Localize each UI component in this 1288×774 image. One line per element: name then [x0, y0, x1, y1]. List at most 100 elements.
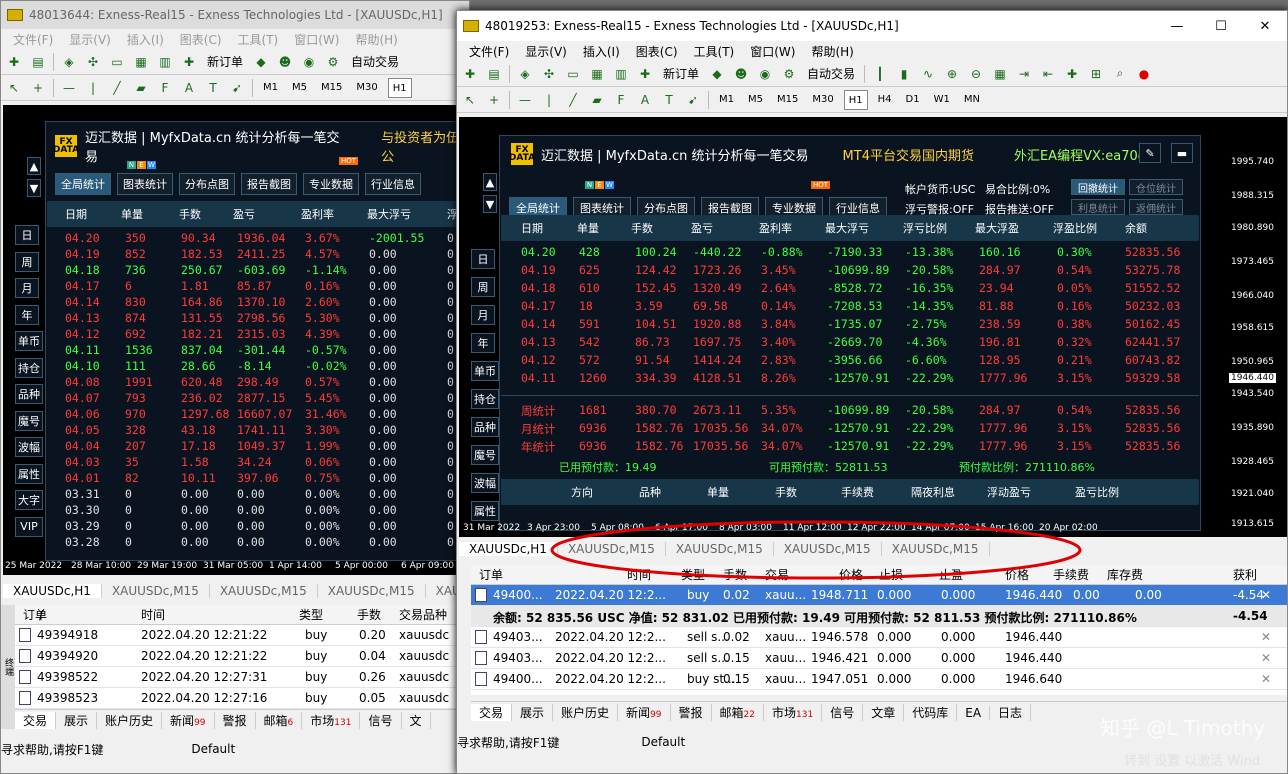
- terminal-tab[interactable]: 邮箱22: [712, 704, 764, 721]
- menu-item[interactable]: 插入(I): [575, 43, 628, 60]
- menu-item[interactable]: 帮助(H): [803, 43, 861, 60]
- timeframe-m15[interactable]: M15: [773, 90, 802, 110]
- trade-row[interactable]: 49394920 2022.04.20 12:21:22 buy 0.04 xauusd…: [15, 646, 469, 667]
- fib-icon[interactable]: F: [612, 91, 630, 109]
- notification-icon[interactable]: ●: [1135, 65, 1153, 83]
- side-button-0[interactable]: 日: [15, 225, 39, 245]
- timeframe-m1[interactable]: M1: [715, 90, 738, 110]
- menu-item[interactable]: 工具(T): [230, 31, 287, 48]
- timeframe-h1[interactable]: H1: [843, 89, 868, 110]
- people-icon[interactable]: ☻: [276, 53, 294, 71]
- gold-icon[interactable]: ◆: [708, 65, 726, 83]
- signal-icon[interactable]: ◉: [756, 65, 774, 83]
- timeframe-m1[interactable]: M1: [259, 78, 282, 98]
- side-button-3[interactable]: 年: [15, 304, 39, 325]
- bar-chart-icon[interactable]: ┃: [871, 65, 889, 83]
- side-button-7[interactable]: 魔号: [471, 445, 499, 465]
- chart-area-2[interactable]: FX DATA 迈汇数据 | MyfxData.cn 统计分析每一笔交易 MT4平台交…: [459, 117, 1287, 537]
- timeframe-d1[interactable]: D1: [902, 90, 924, 110]
- side-button-1[interactable]: 周: [15, 251, 39, 272]
- timeframe-m15[interactable]: M15: [317, 78, 346, 98]
- stats-tab-5[interactable]: 行业信息: [365, 173, 421, 195]
- periods-icon[interactable]: ⊞: [1087, 65, 1105, 83]
- scroll-down-button[interactable]: ▼: [483, 195, 497, 213]
- terminal-tab[interactable]: 市场131: [302, 712, 361, 729]
- navigator-icon[interactable]: ▦: [588, 65, 606, 83]
- channel-icon[interactable]: ▰: [132, 79, 150, 97]
- minimize-button[interactable]: —: [1155, 19, 1199, 34]
- terminal-tab[interactable]: 文: [402, 712, 431, 729]
- arrows-icon[interactable]: ➹: [684, 91, 702, 109]
- indicators-icon[interactable]: ✚: [1063, 65, 1081, 83]
- side-button-11[interactable]: VIP: [15, 516, 43, 537]
- terminal-tab[interactable]: 市场131: [764, 704, 823, 721]
- people-icon[interactable]: ☻: [732, 65, 750, 83]
- terminal-tab[interactable]: 信号: [822, 704, 864, 721]
- trade-row[interactable]: 49394918 2022.04.20 12:21:22 buy 0.20 xauusd…: [15, 625, 469, 646]
- auto-trade-icon[interactable]: ⚙: [780, 65, 798, 83]
- side-button-8[interactable]: 波幅: [15, 437, 43, 457]
- side-button-4[interactable]: 单币: [471, 361, 499, 381]
- right-stat-button[interactable]: 利息统计: [1071, 199, 1125, 215]
- timeframe-h1[interactable]: H1: [387, 77, 412, 98]
- profiles-icon[interactable]: ▤: [29, 53, 47, 71]
- side-button-7[interactable]: 魔号: [15, 410, 43, 431]
- trade-row[interactable]: 49398523 2022.04.20 12:27:16 buy 0.05 xauusd…: [15, 688, 469, 709]
- pending-row[interactable]: 49400... 2022.04.20 12:2... buy st... 0.15 x…: [471, 669, 1287, 690]
- stats-tab-0[interactable]: 全局统计: [55, 173, 111, 195]
- stats-tab-4[interactable]: 专业数据: [303, 173, 359, 195]
- zoom-in-icon[interactable]: ⊕: [943, 65, 961, 83]
- side-button-8[interactable]: 波幅: [471, 473, 499, 493]
- menu-item[interactable]: 图表(C): [172, 31, 230, 48]
- timeframe-m30[interactable]: M30: [808, 90, 837, 110]
- pending-row[interactable]: 49403... 2022.04.20 12:2... sell s... 0.02 x…: [471, 627, 1287, 648]
- text-icon[interactable]: A: [180, 79, 198, 97]
- line-chart-icon[interactable]: ∿: [919, 65, 937, 83]
- new-chart-icon[interactable]: ✚: [5, 53, 23, 71]
- menu-item[interactable]: 显示(V): [61, 31, 119, 48]
- selected-trade-row[interactable]: 49400... 2022.04.20 12:2... buy 0.02 xauu...…: [471, 585, 1287, 606]
- terminal-tab[interactable]: 账户历史: [97, 712, 163, 729]
- terminal-tab[interactable]: 代码库: [904, 704, 958, 721]
- cross-icon[interactable]: +: [29, 79, 47, 97]
- side-button-2[interactable]: 月: [471, 305, 495, 325]
- label-icon[interactable]: T: [204, 79, 222, 97]
- auto-trade-button[interactable]: 自动交易: [348, 53, 402, 70]
- signal-icon[interactable]: ◉: [300, 53, 318, 71]
- close-icon[interactable]: ✕: [1261, 651, 1271, 665]
- menu-item[interactable]: 插入(I): [119, 31, 172, 48]
- close-icon[interactable]: ✕: [1261, 588, 1271, 602]
- crosshair-icon[interactable]: ✣: [540, 65, 558, 83]
- right-stat-button[interactable]: 仓位统计: [1129, 179, 1183, 195]
- stats-tab-2[interactable]: 分布点图: [179, 173, 235, 195]
- scroll-up-button[interactable]: ▲: [27, 157, 41, 175]
- side-button-2[interactable]: 月: [15, 278, 39, 298]
- chart-tab[interactable]: XAUUSDc,M15: [318, 584, 426, 598]
- chart-area-1[interactable]: FX DATA 迈汇数据 | MyfxData.cn 统计分析每一笔交易 与投资者为伍…: [3, 105, 469, 575]
- vline-icon[interactable]: |: [540, 91, 558, 109]
- menu-item[interactable]: 帮助(H): [347, 31, 405, 48]
- menu-item[interactable]: 显示(V): [517, 43, 575, 60]
- timeframe-mn[interactable]: MN: [960, 90, 984, 110]
- timeframe-m30[interactable]: M30: [352, 78, 381, 98]
- new-chart-icon[interactable]: ✚: [461, 65, 479, 83]
- trendline-icon[interactable]: ╱: [108, 79, 126, 97]
- arrows-icon[interactable]: ➹: [228, 79, 246, 97]
- market-watch-icon[interactable]: ◈: [60, 53, 78, 71]
- vline-icon[interactable]: |: [84, 79, 102, 97]
- menu-item[interactable]: 文件(F): [5, 31, 61, 48]
- side-button-10[interactable]: 大字: [15, 490, 43, 510]
- edit-icon[interactable]: ✎: [1139, 143, 1161, 163]
- timeframe-m5[interactable]: M5: [288, 78, 311, 98]
- candle-icon[interactable]: ▮: [895, 65, 913, 83]
- terminal-tab[interactable]: 日志: [990, 704, 1032, 721]
- chart-tab[interactable]: XAUUSDc,H1: [459, 542, 558, 556]
- terminal-tab[interactable]: EA: [957, 705, 991, 720]
- terminal-tab[interactable]: 交易: [15, 712, 57, 729]
- profiles-icon[interactable]: ▤: [485, 65, 503, 83]
- autoscroll-icon[interactable]: ⇥: [1015, 65, 1033, 83]
- scroll-down-button[interactable]: ▼: [27, 179, 41, 197]
- pending-row[interactable]: 49403... 2022.04.20 12:2... sell s... 0.15 x…: [471, 648, 1287, 669]
- terminal-tab[interactable]: 文章: [863, 704, 905, 721]
- gold-icon[interactable]: ◆: [252, 53, 270, 71]
